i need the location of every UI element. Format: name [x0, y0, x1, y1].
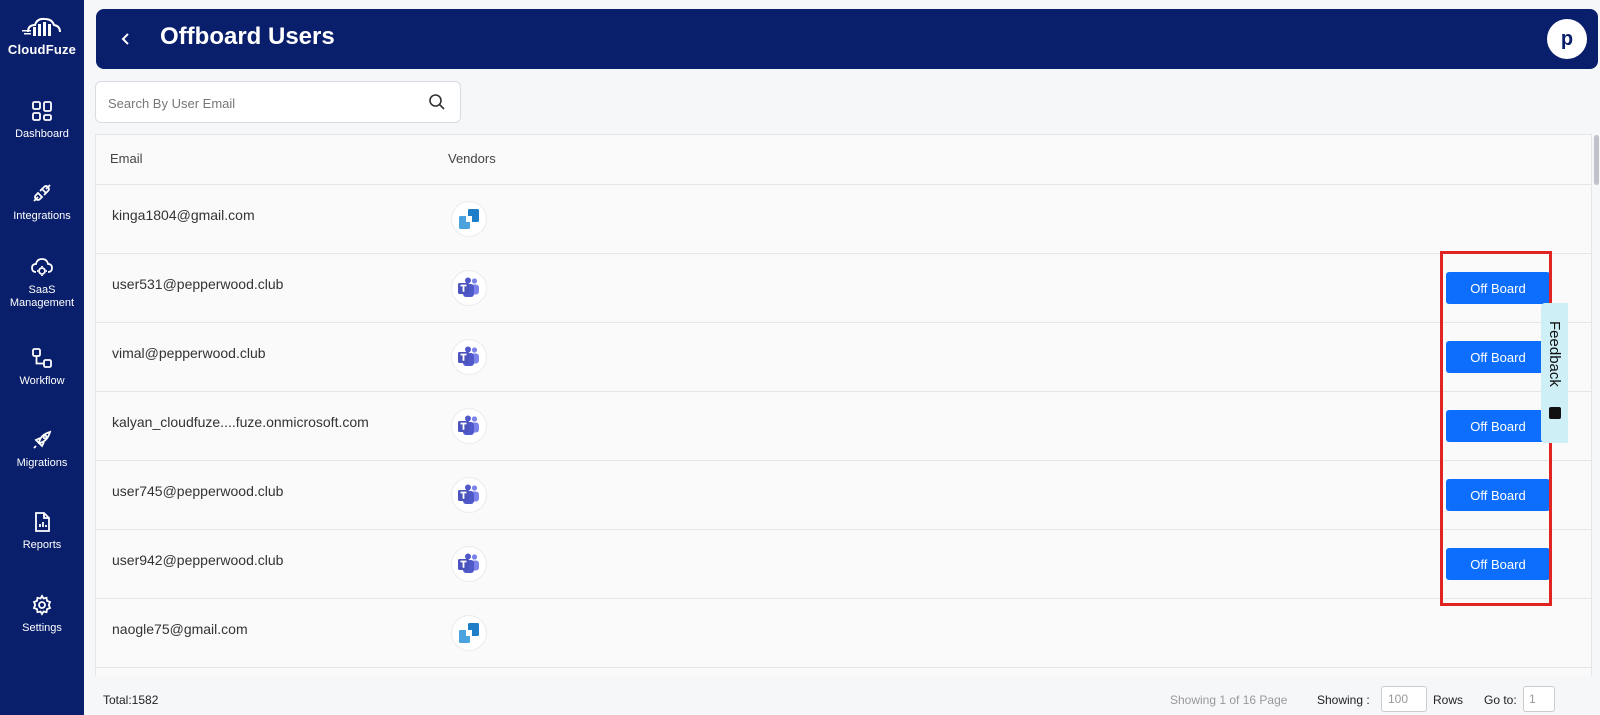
- rows-label: Rows: [1433, 693, 1464, 707]
- sidebar: CloudFuze Dashboard Integrations SaaS Ma…: [0, 0, 84, 715]
- user-email: kalyan_cloudfuze....fuze.onmicrosoft.com: [112, 414, 369, 430]
- showing-label: Showing :: [1317, 693, 1370, 707]
- users-table: Email Vendors kinga1804@gmail.com user531…: [95, 134, 1592, 715]
- user-email: user531@pepperwood.club: [112, 276, 284, 292]
- table-header: Email Vendors: [96, 135, 1591, 185]
- sidebar-item-settings[interactable]: Settings: [0, 594, 84, 635]
- search-input[interactable]: [108, 92, 408, 114]
- feedback-tab[interactable]: Feedback: [1541, 303, 1568, 443]
- sidebar-item-label: Reports: [22, 539, 62, 551]
- vendor-logo: [452, 547, 486, 581]
- sidebar-item-reports[interactable]: Reports: [0, 511, 84, 552]
- microsoft-teams-icon: [458, 553, 479, 573]
- sidebar-item-workflow[interactable]: Workflow: [0, 347, 84, 388]
- workflow-icon: [32, 348, 52, 368]
- column-header-email[interactable]: Email: [110, 151, 143, 166]
- gear-icon: [32, 594, 52, 616]
- vendor-logo: [452, 616, 486, 650]
- offboard-button[interactable]: Off Board: [1446, 479, 1550, 511]
- report-icon: [35, 512, 50, 532]
- sidebar-item-label: Dashboard: [15, 128, 69, 140]
- vendor-logo: [452, 340, 486, 374]
- microsoft-teams-icon: [458, 346, 479, 366]
- vendor-logo: [452, 409, 486, 443]
- feedback-icon: [1549, 407, 1561, 419]
- total-count: Total:1582: [103, 693, 159, 707]
- sidebar-item-dashboard[interactable]: Dashboard: [0, 100, 84, 141]
- user-email: kinga1804@gmail.com: [112, 207, 255, 223]
- offboard-button[interactable]: Off Board: [1446, 410, 1550, 442]
- table-row: vimal@pepperwood.club Off Board: [96, 323, 1591, 392]
- scrollbar-thumb[interactable]: [1594, 135, 1599, 185]
- avatar[interactable]: p: [1547, 19, 1587, 59]
- brand-name: CloudFuze: [7, 42, 77, 57]
- microsoft-teams-icon: [458, 484, 479, 504]
- user-email: user745@pepperwood.club: [112, 483, 284, 499]
- microsoft-teams-icon: [458, 415, 479, 435]
- sidebar-item-label: Integrations: [13, 210, 71, 222]
- sidebar-item-label: Migrations: [16, 457, 68, 469]
- table-footer: Total:1582 Showing 1 of 16 Page Showing …: [95, 676, 1592, 715]
- sidebar-item-label: Workflow: [19, 375, 65, 387]
- search-box: [95, 81, 461, 123]
- rocket-icon: [33, 430, 52, 449]
- microsoft-teams-icon: [458, 277, 479, 297]
- table-row: user745@pepperwood.club Off Board: [96, 461, 1591, 530]
- vendor-logo: [452, 271, 486, 305]
- vendor-logo: [452, 202, 486, 236]
- sidebar-item-migrations[interactable]: Migrations: [0, 429, 84, 470]
- vendor-logo: [452, 478, 486, 512]
- feedback-label: Feedback: [1546, 321, 1563, 387]
- page-header: Offboard Users p: [96, 9, 1598, 69]
- dropbox-icon: [459, 209, 479, 229]
- sidebar-item-label: Settings: [22, 622, 62, 634]
- user-email: user942@pepperwood.club: [112, 552, 284, 568]
- plug-icon: [33, 184, 51, 202]
- dashboard-icon: [32, 101, 52, 121]
- table-row: naogle75@gmail.com: [96, 599, 1591, 668]
- sidebar-item-saas-management[interactable]: SaaS Management: [0, 256, 84, 310]
- search-icon[interactable]: [428, 93, 446, 111]
- page-title: Offboard Users: [160, 23, 335, 50]
- sidebar-item-label: SaaS Management: [9, 284, 75, 309]
- table-row: kinga1804@gmail.com: [96, 185, 1591, 254]
- goto-label: Go to:: [1484, 693, 1517, 707]
- column-header-vendors[interactable]: Vendors: [448, 151, 496, 166]
- offboard-button[interactable]: Off Board: [1446, 548, 1550, 580]
- user-email: naogle75@gmail.com: [112, 621, 248, 637]
- table-row: user942@pepperwood.club Off Board: [96, 530, 1591, 599]
- user-email: vimal@pepperwood.club: [112, 345, 266, 361]
- page-info: Showing 1 of 16 Page: [1170, 693, 1288, 707]
- table-row: kalyan_cloudfuze....fuze.onmicrosoft.com…: [96, 392, 1591, 461]
- offboard-button[interactable]: Off Board: [1446, 272, 1550, 304]
- goto-page-select[interactable]: 1: [1523, 686, 1555, 712]
- sidebar-item-integrations[interactable]: Integrations: [0, 182, 84, 223]
- cloudfuze-logo-icon: [22, 17, 61, 36]
- brand-logo[interactable]: CloudFuze: [0, 14, 84, 57]
- back-chevron-icon[interactable]: [114, 27, 138, 51]
- cloud-gear-icon: [31, 258, 53, 276]
- offboard-button[interactable]: Off Board: [1446, 341, 1550, 373]
- table-row: user531@pepperwood.club Off Board: [96, 254, 1591, 323]
- rows-per-page-select[interactable]: 100: [1381, 686, 1427, 712]
- dropbox-icon: [459, 623, 479, 643]
